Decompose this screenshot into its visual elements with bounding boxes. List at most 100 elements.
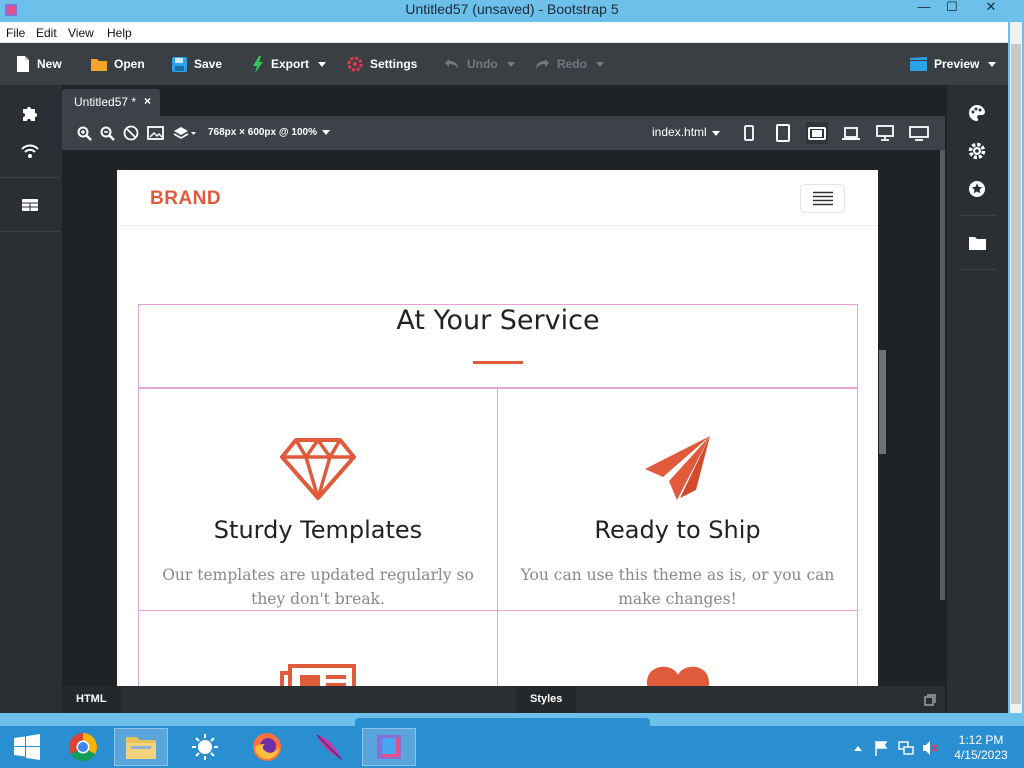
menu-view[interactable]: View (68, 26, 94, 40)
preview-button[interactable]: Preview (910, 51, 997, 77)
undo-button[interactable]: Undo (444, 51, 515, 77)
document-tab-label: Untitled57 * (74, 95, 137, 109)
minimize-button[interactable]: — (910, 0, 938, 18)
gear-icon (347, 56, 363, 72)
gear-icon[interactable] (965, 139, 989, 163)
newspaper-icon (139, 663, 497, 686)
styles-panel-tab[interactable]: Styles (516, 686, 577, 713)
chrome-icon (69, 733, 97, 761)
show-hidden-icons-icon[interactable] (850, 740, 866, 756)
save-button[interactable]: Save (172, 51, 222, 77)
device-desktop-icon[interactable] (874, 122, 896, 144)
window-titlebar: Untitled57 (unsaved) - Bootstrap 5 — ☐ ✕ (0, 0, 1024, 22)
redo-label: Redo (557, 57, 587, 71)
close-tab-icon[interactable]: × (144, 94, 151, 108)
rotate-icon[interactable] (122, 124, 140, 142)
undo-caret-icon (506, 61, 515, 67)
preview-caret-icon (988, 61, 997, 67)
redo-caret-icon (596, 61, 604, 67)
layers-icon[interactable] (172, 124, 198, 142)
action-center-flag-icon[interactable] (874, 740, 890, 756)
maximize-button[interactable]: ☐ (938, 0, 966, 18)
settings-label: Settings (370, 57, 418, 71)
card-title: Ready to Ship (594, 516, 761, 544)
taskbar: 1:12 PM 4/15/2023 (0, 726, 1024, 768)
device-tablet-icon[interactable] (772, 122, 794, 144)
zoom-in-icon[interactable] (75, 124, 93, 142)
taskbar-weather[interactable] (178, 728, 232, 766)
view-toolbar: 768px × 600px @ 100% index.html (62, 116, 945, 150)
lightning-icon (253, 55, 263, 73)
card-title: Sturdy Templates (213, 516, 423, 544)
new-button[interactable]: New (16, 51, 62, 77)
image-icon[interactable] (146, 124, 164, 142)
bootstrap-studio-icon (377, 735, 401, 759)
section-heading-block[interactable]: At Your Service (138, 304, 858, 388)
design-canvas[interactable]: BRAND At Your Service Sturdy Templates O… (62, 150, 945, 686)
star-icon[interactable] (965, 177, 989, 201)
window-title: Untitled57 (unsaved) - Bootstrap 5 (405, 1, 619, 17)
service-card[interactable] (497, 610, 858, 686)
navbar-brand[interactable]: BRAND (150, 188, 221, 210)
device-laptop-icon[interactable] (840, 122, 862, 144)
file-icon (17, 56, 29, 72)
clock-time: 1:12 PM (958, 733, 1004, 747)
puzzle-icon[interactable] (18, 101, 42, 125)
navbar[interactable]: BRAND (117, 170, 878, 226)
service-card[interactable]: Sturdy Templates Our templates are updat… (138, 388, 498, 611)
canvas-scroll-thumb[interactable] (879, 350, 886, 454)
network-icon[interactable] (898, 740, 914, 756)
close-button[interactable]: ✕ (968, 0, 1014, 18)
file-selector[interactable]: index.html (652, 125, 721, 139)
redo-icon (536, 59, 549, 69)
device-phone-icon[interactable] (738, 122, 760, 144)
zoom-out-icon[interactable] (98, 124, 116, 142)
new-label: New (37, 57, 62, 71)
html-panel-tab[interactable]: HTML (62, 686, 121, 713)
device-wide-desktop-icon[interactable] (908, 122, 930, 144)
menu-bar: File Edit View Help (0, 22, 1008, 43)
windows-logo-icon (14, 734, 40, 760)
volume-muted-icon[interactable] (922, 740, 938, 756)
right-sidebar (948, 85, 1008, 713)
wifi-icon[interactable] (18, 139, 42, 163)
gem-icon (139, 437, 497, 501)
service-card[interactable]: Ready to Ship You can use this theme as … (497, 388, 858, 611)
window-scrollbar[interactable] (1010, 22, 1022, 726)
window-scroll-thumb[interactable] (1011, 44, 1021, 704)
settings-button[interactable]: Settings (347, 51, 417, 77)
start-button[interactable] (0, 728, 54, 766)
taskbar-bootstrap-studio[interactable] (362, 728, 416, 766)
card-text: You can use this theme as is, or you can… (520, 566, 835, 608)
device-tablet-landscape-icon[interactable] (806, 122, 828, 144)
table-icon[interactable] (18, 193, 42, 217)
palette-icon[interactable] (965, 101, 989, 125)
canvas-scrollbar[interactable] (940, 150, 945, 600)
menu-edit[interactable]: Edit (36, 26, 57, 40)
taskbar-clock[interactable]: 1:12 PM 4/15/2023 (946, 733, 1016, 763)
canvas-size-dropdown[interactable]: 768px × 600px @ 100% (208, 127, 330, 138)
folder-icon (91, 59, 107, 71)
redo-button[interactable]: Redo (534, 51, 604, 77)
menu-file[interactable]: File (6, 26, 25, 40)
navbar-toggler[interactable] (800, 184, 845, 213)
taskbar-feather-app[interactable] (302, 728, 356, 766)
taskbar-edge-strip (355, 718, 650, 726)
taskbar-file-explorer[interactable] (114, 728, 168, 766)
service-card[interactable] (138, 610, 498, 686)
export-button[interactable]: Export (252, 51, 327, 77)
folder-icon[interactable] (965, 231, 989, 255)
sidebar-divider (960, 215, 996, 216)
taskbar-firefox[interactable] (240, 728, 294, 766)
expand-panel-icon[interactable] (924, 694, 936, 709)
open-button[interactable]: Open (91, 51, 145, 77)
clapperboard-icon (910, 57, 927, 71)
canvas-size-caret-icon (321, 130, 330, 135)
document-tab[interactable]: Untitled57 * × (62, 89, 160, 116)
preview-label: Preview (934, 57, 980, 71)
menu-help[interactable]: Help (107, 26, 132, 40)
save-label: Save (194, 57, 223, 71)
floppy-icon (172, 56, 187, 72)
page-preview[interactable]: BRAND At Your Service Sturdy Templates O… (117, 170, 878, 686)
taskbar-chrome[interactable] (56, 728, 110, 766)
